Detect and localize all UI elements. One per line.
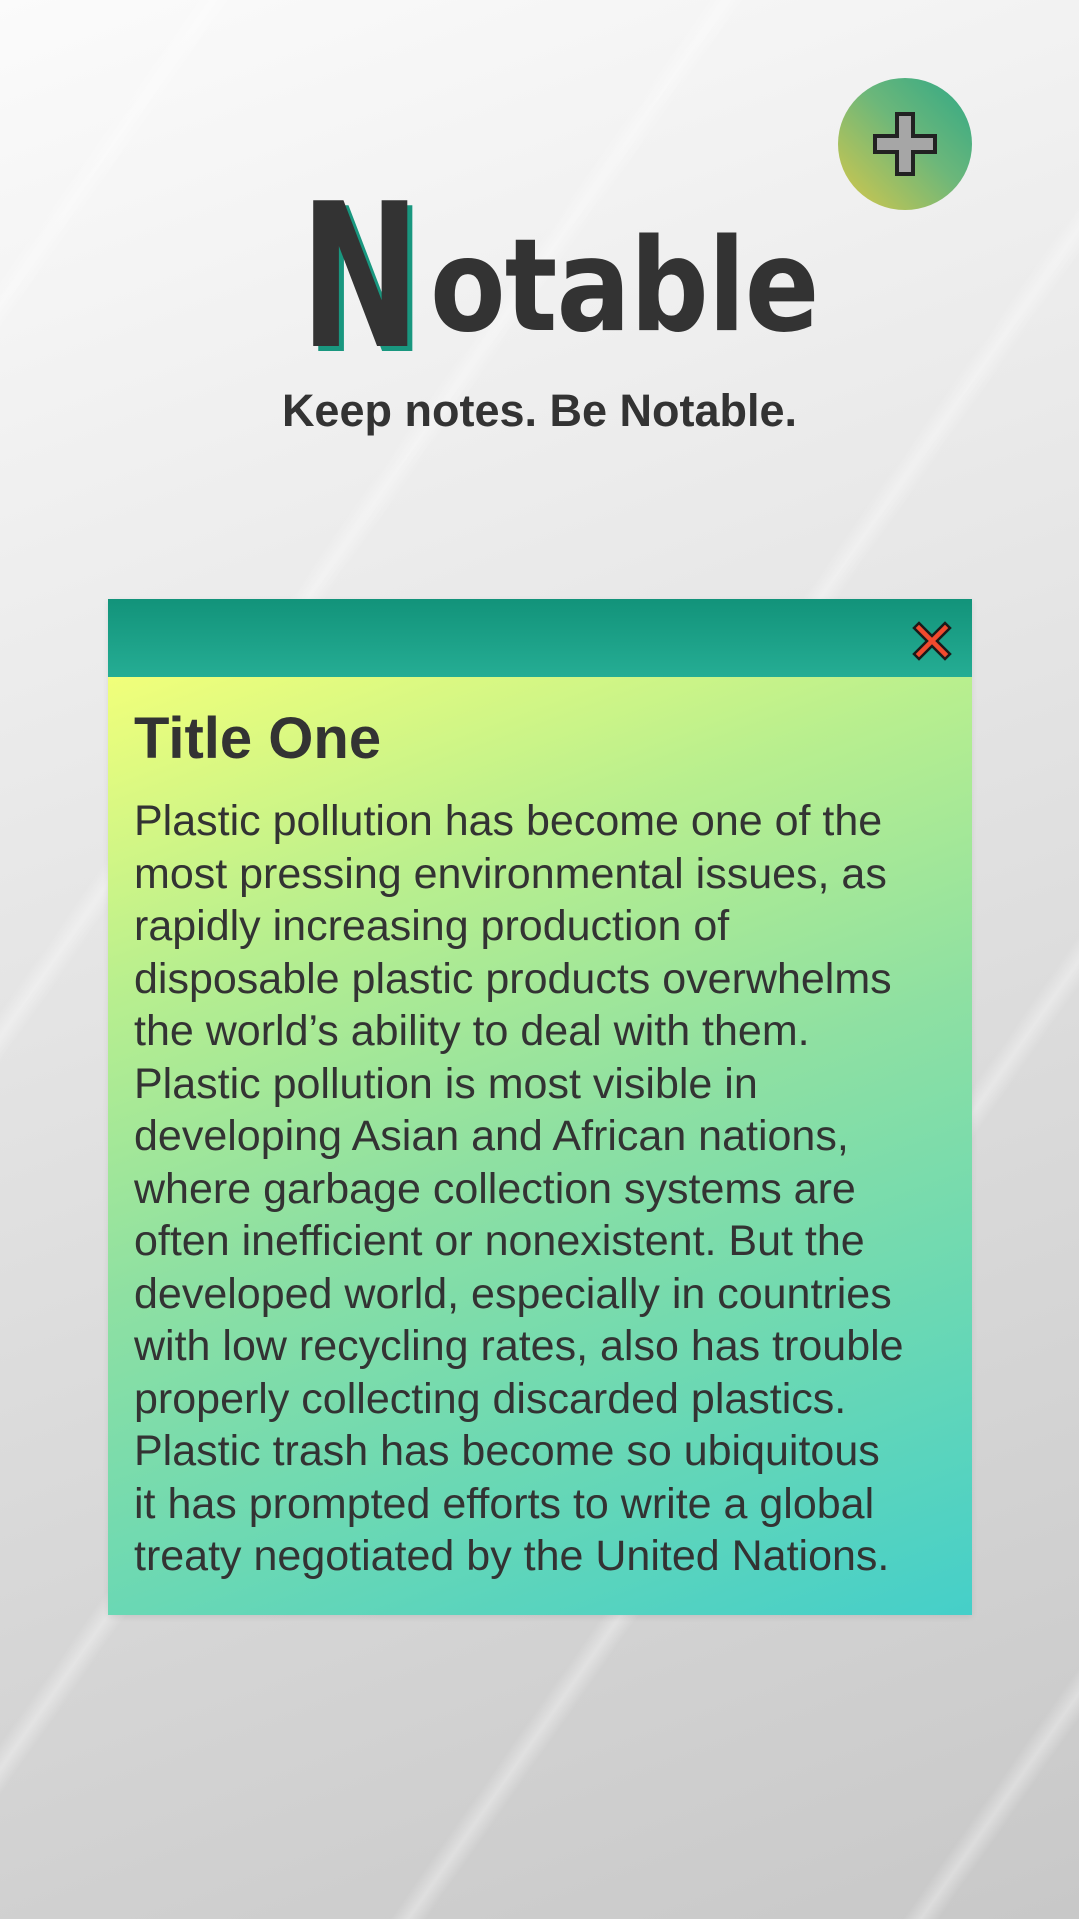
- note-header: [108, 599, 972, 677]
- note-body[interactable]: Title One Plastic pollution has become o…: [108, 677, 972, 1615]
- logo-text: otable: [430, 212, 819, 361]
- delete-note-button[interactable]: [910, 619, 954, 663]
- note-title[interactable]: Title One: [134, 701, 946, 777]
- app-logo: N otable: [0, 161, 1079, 394]
- close-icon: [912, 621, 952, 661]
- logo-initial: N: [300, 161, 421, 394]
- tagline: Keep notes. Be Notable.: [281, 385, 798, 436]
- note-card: Title One Plastic pollution has become o…: [108, 599, 972, 1615]
- note-text[interactable]: Plastic pollution has become one of the …: [134, 795, 946, 1583]
- plus-icon: [873, 112, 937, 176]
